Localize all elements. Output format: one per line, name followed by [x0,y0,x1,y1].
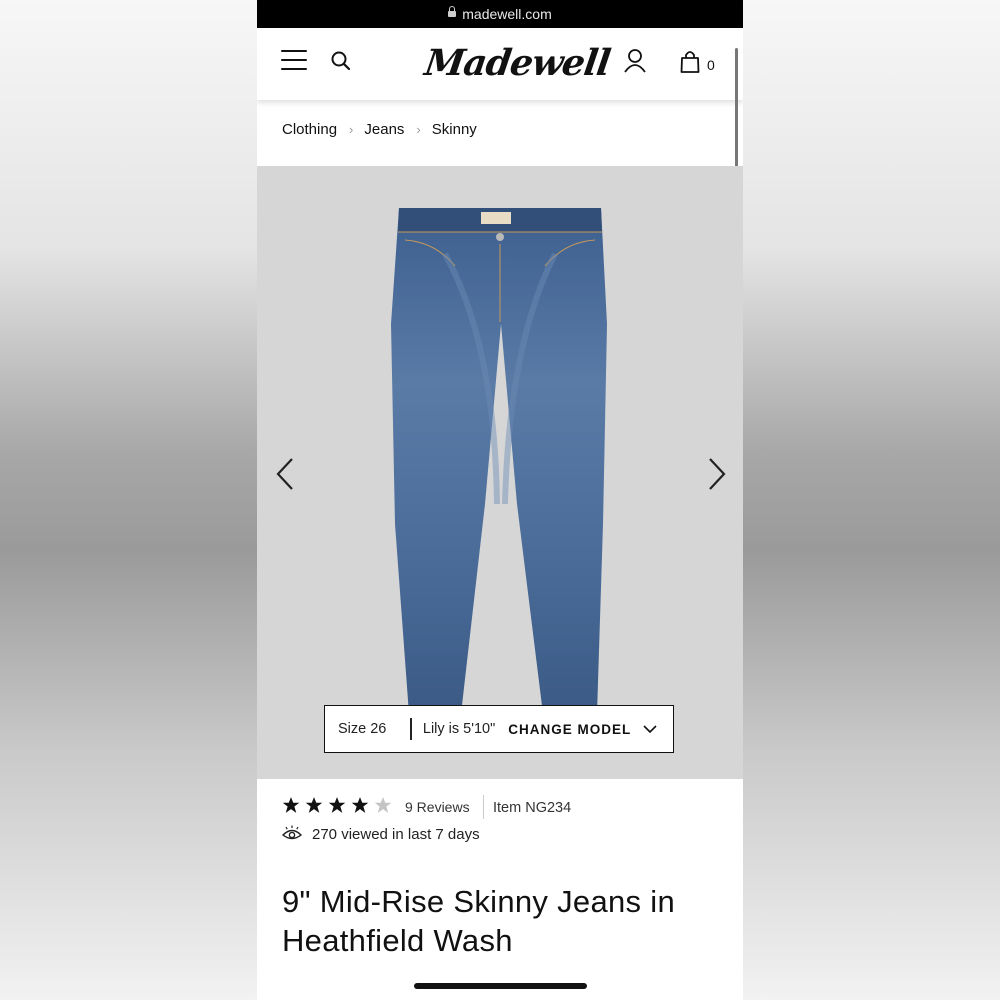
chevron-down-icon [643,725,657,734]
change-model-label: CHANGE MODEL [508,721,632,737]
item-number: Item NG234 [493,800,572,816]
search-icon[interactable] [330,50,352,72]
star-filled-icon [305,797,323,813]
breadcrumb-jeans[interactable]: Jeans [364,121,404,138]
rating-stars[interactable] [282,796,392,814]
home-indicator[interactable] [414,983,587,989]
breadcrumb: Clothing › Jeans › Skinny [282,121,477,138]
account-icon[interactable] [623,48,647,74]
change-model-selector[interactable]: Size 26 Lily is 5'10" CHANGE MODEL [324,705,674,753]
model-size: Size 26 [338,721,387,737]
chevron-right-icon: › [349,122,354,137]
breadcrumb-clothing[interactable]: Clothing [282,121,337,138]
star-filled-icon [351,797,369,813]
lock-icon [448,5,457,19]
viewed-count: 270 viewed in last 7 days [312,826,480,843]
bag-icon[interactable] [680,50,700,74]
star-empty-icon [374,797,392,813]
bag-count: 0 [707,57,715,73]
reviews-link[interactable]: 9 Reviews [405,799,470,815]
chevron-right-icon: › [416,122,421,137]
eye-icon [282,825,302,840]
breadcrumb-skinny[interactable]: Skinny [432,121,477,138]
jeans-product-image [391,208,607,714]
next-image-arrow[interactable] [706,456,728,492]
madewell-logo[interactable]: Madewell [422,42,612,84]
site-header: Madewell 0 [257,28,743,100]
product-info: 9 Reviews Item NG234 270 viewed in last … [257,779,743,1000]
scrollbar[interactable] [735,48,738,174]
browser-url-bar[interactable]: madewell.com [257,0,743,28]
star-filled-icon [328,797,346,813]
previous-image-arrow[interactable] [274,456,296,492]
star-filled-icon [282,797,300,813]
model-height: Lily is 5'10" [422,721,496,737]
product-title: 9" Mid-Rise Skinny Jeans in Heathfield W… [282,884,675,958]
menu-icon[interactable] [281,50,308,72]
phone-screen: madewell.com Madewell 0 Clothing › Jeans… [257,0,743,1000]
model-divider [410,718,412,740]
product-image-gallery[interactable]: Size 26 Lily is 5'10" CHANGE MODEL [257,166,743,779]
url-text: madewell.com [462,6,552,22]
info-divider [483,795,484,819]
